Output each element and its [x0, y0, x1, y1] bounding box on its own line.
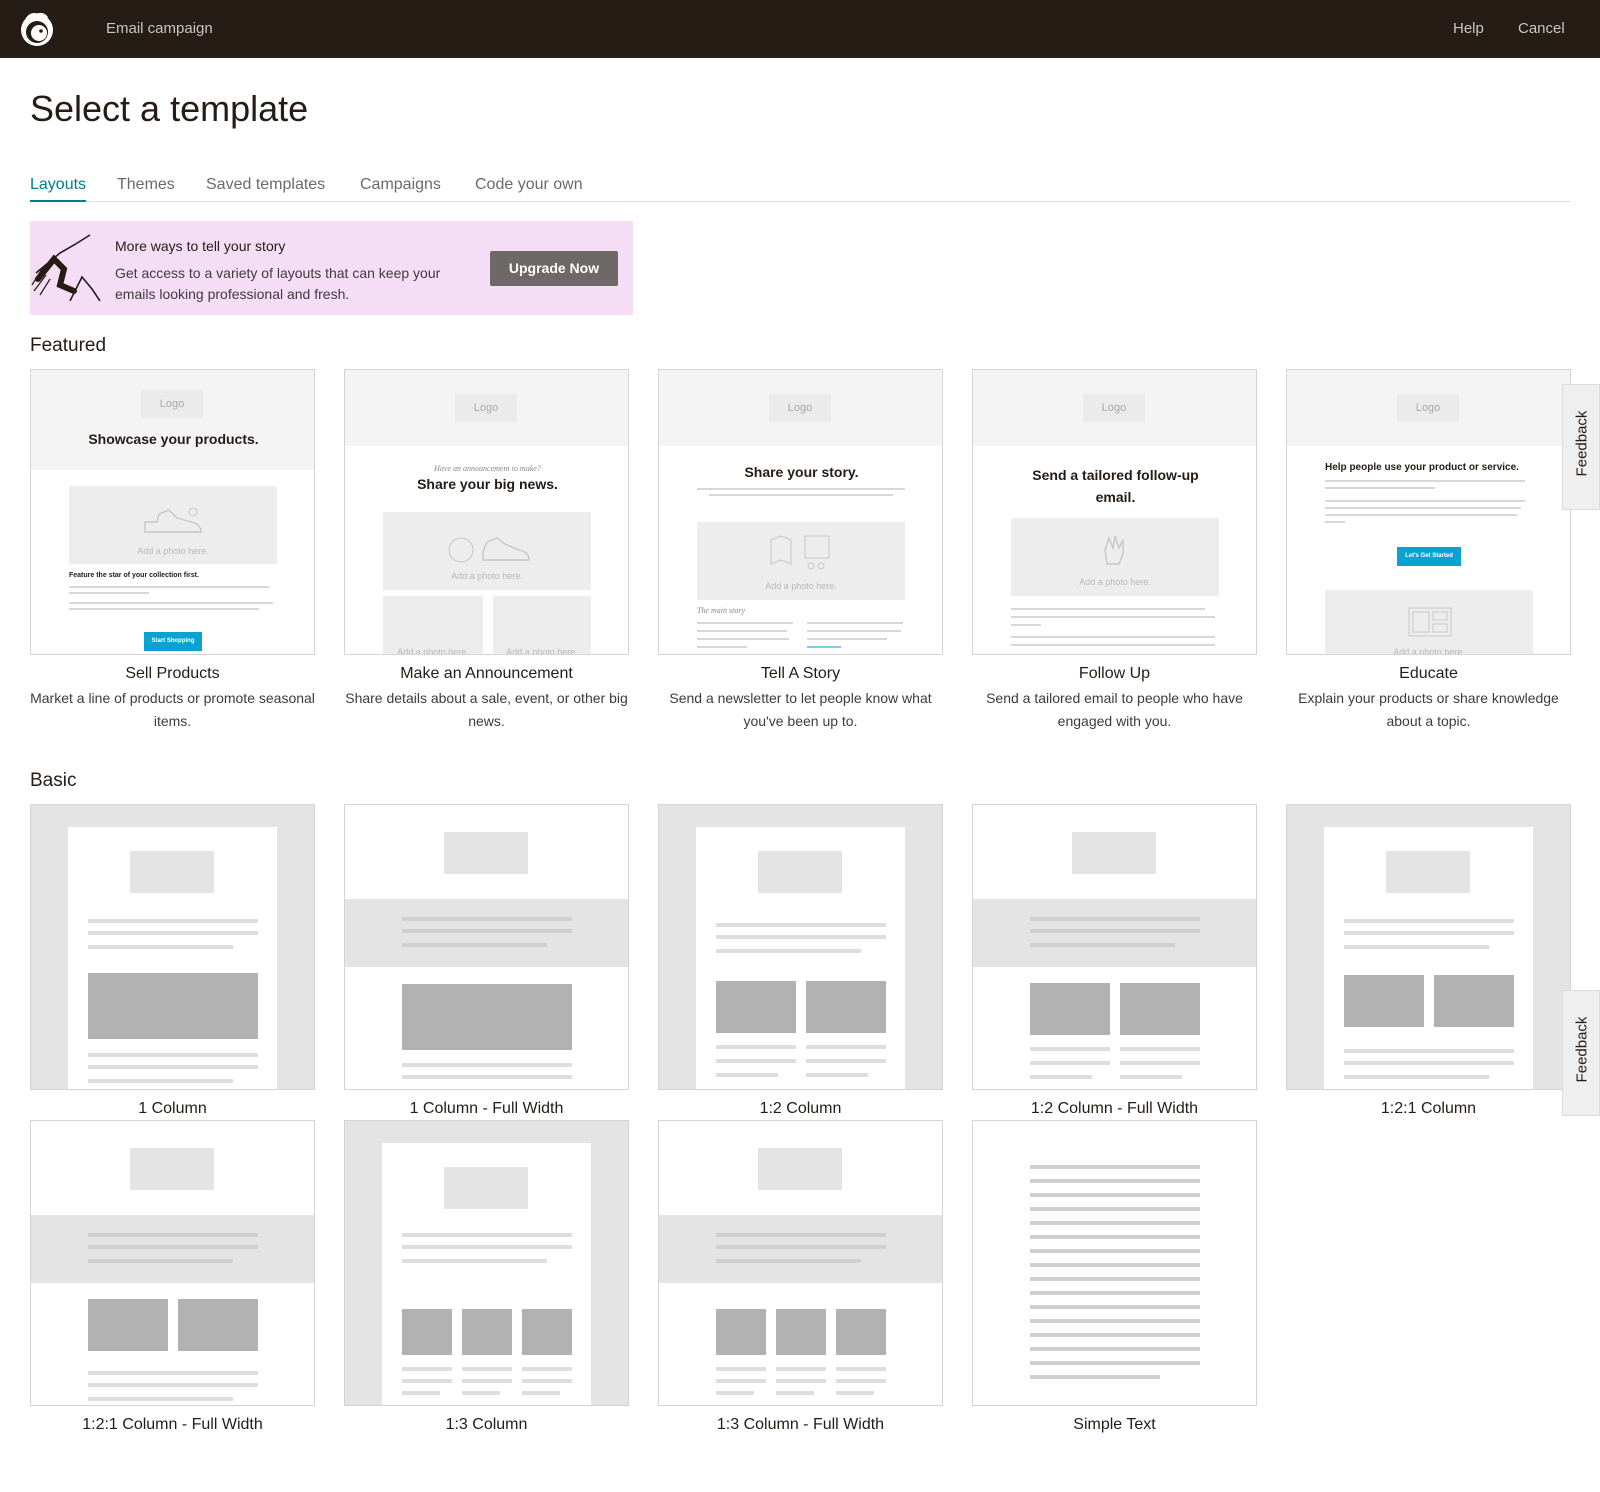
card-title: Simple Text — [1073, 1416, 1156, 1433]
tab-code-your-own[interactable]: Code your own — [475, 176, 583, 202]
card-title: Follow Up — [1078, 665, 1151, 682]
template-preview[interactable] — [30, 1120, 315, 1406]
card-description: Explain your products or share knowledge… — [1298, 690, 1559, 729]
card-title: 1:3 Column - Full Width — [716, 1416, 885, 1433]
feedback-tab[interactable]: Feedback — [1562, 990, 1600, 1116]
preview-photo-label: Add a photo here. — [1393, 647, 1465, 655]
card-title: 1 Column - Full Width — [409, 1100, 564, 1117]
preview-kicker: Have an announcement to make? — [434, 464, 541, 473]
promo-title: More ways to tell your story — [115, 238, 286, 254]
card-title: 1:2 Column — [759, 1100, 842, 1117]
template-preview[interactable] — [972, 1120, 1257, 1406]
preview-logo: Logo — [769, 394, 831, 422]
template-preview[interactable]: Logo Showcase your products. Add a photo… — [30, 369, 315, 655]
template-preview[interactable] — [658, 1120, 943, 1406]
template-preview[interactable] — [972, 804, 1257, 1090]
preview-kicker: The main story — [697, 606, 745, 615]
app-name: Email campaign — [106, 20, 213, 37]
template-preview[interactable]: Logo Have an announcement to make? Share… — [344, 369, 629, 655]
page-title: Select a template — [30, 88, 309, 129]
preview-photo-label: Add a photo here. — [506, 647, 578, 655]
preview-photo-placeholder: Add a photo here. — [697, 522, 905, 600]
preview-logo: Logo — [1397, 394, 1459, 422]
template-preview[interactable]: Logo Share your story. Add a photo here.… — [658, 369, 943, 655]
template-preview[interactable] — [1286, 804, 1571, 1090]
preview-photo-label: Add a photo here. — [137, 546, 209, 556]
tab-saved-templates[interactable]: Saved templates — [206, 176, 325, 202]
preview-cta-button: Start Shopping — [144, 632, 202, 651]
feedback-label: Feedback — [1573, 1016, 1591, 1083]
card-title: Educate — [1399, 665, 1458, 682]
card-description: Share details about a sale, event, or ot… — [345, 690, 628, 729]
preview-photo-placeholder-small: Add a photo here. — [493, 596, 591, 655]
upgrade-promo-banner: More ways to tell your story Get access … — [30, 221, 633, 315]
preview-photo-placeholder: Add a photo here. — [1325, 590, 1533, 655]
cancel-link[interactable]: Cancel — [1518, 20, 1565, 37]
tab-themes[interactable]: Themes — [117, 176, 175, 202]
template-preview[interactable] — [30, 804, 315, 1090]
template-preview[interactable]: Logo Send a tailored follow-up email. Ad… — [972, 369, 1257, 655]
map-icon — [770, 535, 830, 570]
climber-illustration-icon — [31, 234, 101, 301]
preview-photo-label: Add a photo here. — [1079, 577, 1151, 587]
preview-heading: Share your big news. — [417, 476, 558, 492]
preview-heading: Showcase your products. — [88, 431, 259, 447]
feedback-tab[interactable]: Feedback — [1562, 384, 1600, 510]
preview-photo-placeholder-small: Add a photo here. — [383, 596, 483, 655]
card-title: 1 Column — [138, 1100, 207, 1117]
tag-icon — [448, 537, 530, 563]
preview-subhead: Feature the star of your collection firs… — [69, 572, 199, 579]
card-description: Market a line of products or promote sea… — [30, 690, 315, 729]
preview-cta-button: Let's Get Started — [1397, 547, 1461, 566]
preview-logo: Logo — [455, 394, 517, 422]
hand-icon — [1104, 535, 1124, 565]
promo-description: Get access to a variety of layouts that … — [115, 265, 441, 302]
basic-heading: Basic — [30, 770, 77, 791]
card-title: Tell A Story — [760, 665, 841, 682]
template-tabs: Layouts Themes Saved templates Campaigns… — [30, 176, 1570, 202]
card-description: Send a tailored email to people who have… — [986, 690, 1243, 729]
card-title: Sell Products — [125, 665, 220, 682]
preview-logo: Logo — [141, 390, 203, 418]
template-preview[interactable] — [658, 804, 943, 1090]
feedback-label: Feedback — [1573, 410, 1591, 477]
card-title: 1:2:1 Column - Full Width — [82, 1416, 263, 1433]
preview-heading: Help people use your product or service. — [1325, 462, 1519, 473]
tab-layouts[interactable]: Layouts — [30, 176, 87, 202]
shoe-icon — [144, 507, 202, 533]
featured-heading: Featured — [30, 335, 107, 356]
preview-photo-label: Add a photo here. — [451, 571, 523, 581]
tab-campaigns[interactable]: Campaigns — [360, 176, 441, 202]
preview-photo-placeholder: Add a photo here. — [1011, 518, 1219, 596]
layout-icon — [1408, 607, 1452, 637]
card-title: 1:3 Column — [445, 1416, 528, 1433]
card-title: 1:2:1 Column — [1380, 1100, 1477, 1117]
preview-heading: Share your story. — [744, 464, 859, 480]
help-link[interactable]: Help — [1453, 20, 1484, 37]
preview-logo: Logo — [1083, 394, 1145, 422]
preview-photo-placeholder: Add a photo here. — [69, 486, 277, 564]
card-title: 1:2 Column - Full Width — [1030, 1100, 1199, 1117]
template-preview[interactable] — [344, 1120, 629, 1406]
template-preview[interactable]: Logo Help people use your product or ser… — [1286, 369, 1571, 655]
preview-photo-label: Add a photo here. — [397, 647, 469, 655]
preview-photo-placeholder: Add a photo here. — [383, 512, 591, 590]
mailchimp-logo-icon[interactable] — [17, 9, 57, 49]
top-bar: Email campaign Help Cancel — [0, 0, 1600, 58]
template-preview[interactable] — [344, 804, 629, 1090]
preview-heading: Send a tailored follow-up email. — [1032, 467, 1199, 505]
preview-photo-label: Add a photo here. — [765, 581, 837, 591]
upgrade-now-button[interactable]: Upgrade Now — [490, 251, 618, 286]
card-title: Make an Announcement — [400, 665, 573, 682]
card-description: Send a newsletter to let people know wha… — [669, 690, 932, 729]
